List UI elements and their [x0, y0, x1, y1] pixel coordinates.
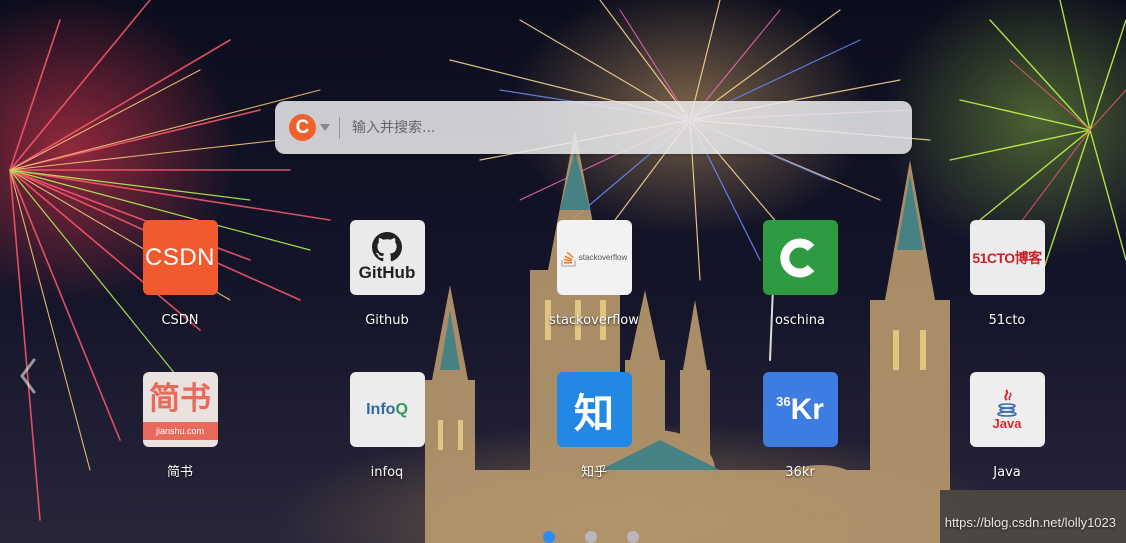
tile-label: CSDN [161, 313, 199, 328]
octocat-icon [372, 232, 402, 262]
tile-label: 36kr [785, 465, 815, 480]
github-logo-icon: GitHub [349, 220, 425, 295]
github-logo-text: GitHub [358, 263, 416, 282]
infoq-logo-text: InfoQ [366, 401, 408, 419]
tile-infoq[interactable]: InfoQ infoq [332, 372, 442, 481]
36kr-logo-kr: Kr [790, 392, 824, 426]
tile-java[interactable]: Java Java [952, 372, 1062, 481]
tile-label: oschina [775, 313, 825, 328]
search-bar: C [275, 101, 912, 154]
tile-oschina[interactable]: oschina [745, 220, 855, 329]
search-divider [339, 116, 340, 139]
search-engine-selector[interactable]: C [289, 101, 330, 154]
tile-label: 简书 [166, 465, 193, 480]
stackoverflow-logo-icon: stackoverflow [556, 220, 632, 295]
tile-github[interactable]: GitHub Github [332, 220, 442, 329]
csdn-logo-icon: CSDN [142, 220, 218, 295]
jianshu-domain-text: jianshu.com [142, 422, 218, 440]
java-logo-text: Java [992, 416, 1022, 431]
tile-stackoverflow[interactable]: stackoverflow stackoverflow [539, 220, 649, 329]
36kr-logo-icon: 36 Kr [762, 372, 838, 447]
tile-label: 知乎 [580, 465, 607, 480]
chevron-left-icon [20, 358, 36, 394]
tile-csdn[interactable]: CSDN CSDN [125, 220, 235, 329]
tile-label: stackoverflow [549, 313, 639, 328]
search-input[interactable] [350, 106, 912, 149]
tile-36kr[interactable]: 36 Kr 36kr [745, 372, 855, 481]
pagination-dot[interactable] [585, 531, 597, 543]
tile-label: 51cto [988, 313, 1026, 328]
java-logo-icon: Java [969, 372, 1045, 447]
tile-label: Java [993, 465, 1021, 480]
tile-jianshu[interactable]: 简书 jianshu.com 简书 [125, 372, 235, 481]
caret-down-icon [320, 124, 330, 131]
pagination-dots [543, 531, 669, 543]
prev-page-button[interactable] [14, 356, 44, 396]
51cto-logo-icon: 51CTO博客 [969, 220, 1045, 295]
tile-zhihu[interactable]: 知 知乎 [539, 372, 649, 481]
zhihu-logo-text: 知 [574, 390, 614, 437]
51cto-logo-text: 51CTO博客 [972, 249, 1042, 266]
jianshu-logo-text: 简书 [149, 381, 211, 417]
pagination-dot[interactable] [543, 531, 555, 543]
jianshu-logo-icon: 简书 jianshu.com [142, 372, 218, 447]
stack-bars-icon [560, 251, 576, 267]
36kr-logo-36: 36 [776, 394, 791, 409]
infoq-logo-q: Q [395, 400, 408, 418]
tile-label: Github [365, 313, 409, 328]
csdn-engine-icon: C [289, 114, 316, 141]
zhihu-logo-icon: 知 [556, 372, 632, 447]
stackoverflow-logo-text: stackoverflow [578, 253, 628, 262]
csdn-logo-text: CSDN [144, 243, 215, 271]
oschina-c-icon [780, 238, 815, 277]
infoq-logo-info: Info [366, 400, 396, 418]
oschina-logo-icon [762, 220, 838, 295]
watermark-url: https://blog.csdn.net/lolly1023 [944, 515, 1116, 530]
java-cup-icon [997, 389, 1017, 417]
pagination-dot[interactable] [627, 531, 639, 543]
tile-51cto[interactable]: 51CTO博客 51cto [952, 220, 1062, 329]
infoq-logo-icon: InfoQ [349, 372, 425, 447]
tile-label: infoq [370, 465, 404, 480]
